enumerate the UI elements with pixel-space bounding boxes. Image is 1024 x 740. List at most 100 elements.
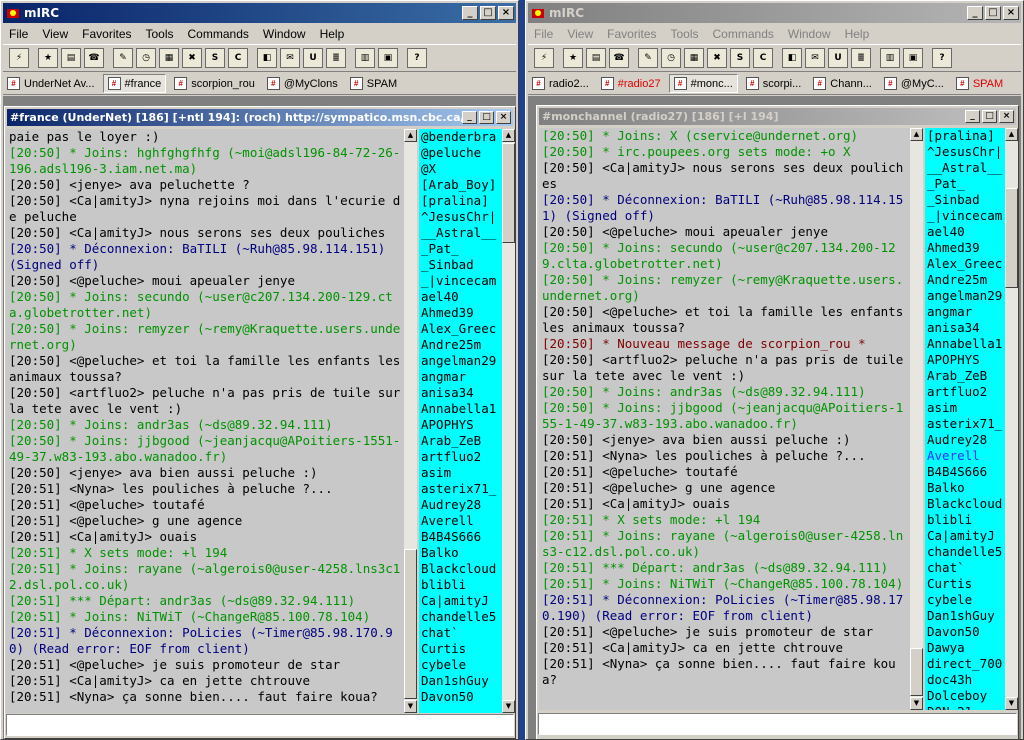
colors-icon[interactable]: ▦ [684,48,704,68]
maximize-button[interactable]: □ [480,6,496,20]
nick-list-item[interactable]: angmar [927,304,1005,320]
switchbar-button[interactable]: # scorpion_rou [170,74,259,93]
scroll-thumb[interactable] [404,549,417,699]
nick-list-item[interactable]: _Pat_ [421,241,502,257]
url-list-icon[interactable]: U [303,48,323,68]
child-close-button[interactable]: × [999,110,1014,123]
dcc-send-icon[interactable]: S [205,48,225,68]
script-editor-icon[interactable]: ◧ [257,48,277,68]
nick-list-item[interactable]: chat` [421,625,502,641]
message-input[interactable] [6,714,514,736]
nick-list-item[interactable]: Dolceboy [927,688,1005,704]
nicklist-scrollbar[interactable]: ▲ ▼ [502,129,515,713]
options-icon[interactable]: ✎ [113,48,133,68]
child-minimize-button[interactable]: _ [462,111,477,124]
nick-list-item[interactable]: Andre25m [421,337,502,353]
nick-list-item[interactable]: cybele [421,657,502,673]
nick-list-item[interactable]: Curtis [927,576,1005,592]
menu-window[interactable]: Window [782,27,839,41]
folders-icon[interactable]: ▤ [586,48,606,68]
nick-list-item[interactable]: Davon50 [421,689,502,705]
nick-list-item[interactable]: Balko [927,480,1005,496]
nick-list-item[interactable]: Davon50 [927,624,1005,640]
nick-list-item[interactable]: chandelle5 [927,544,1005,560]
nick-list-item[interactable]: [pralina] [421,193,502,209]
nick-list-item[interactable]: anisa34 [421,385,502,401]
cascade-icon[interactable]: ▣ [903,48,923,68]
switchbar-button[interactable]: # #france [102,74,167,93]
nick-list-item[interactable]: ael40 [927,224,1005,240]
menu-tools[interactable]: Tools [140,27,182,41]
nick-list-item[interactable]: ^JesusChr| [421,209,502,225]
nicklist-scrollbar[interactable]: ▲ ▼ [1005,128,1018,710]
app-titlebar[interactable]: mIRC _ □ × [528,3,1021,23]
minimize-button[interactable]: _ [462,6,478,20]
menu-file[interactable]: File [3,27,36,41]
scroll-down-arrow-icon[interactable]: ▼ [910,697,923,710]
script-editor-icon[interactable]: ◧ [782,48,802,68]
switchbar-button[interactable]: # Chann... [809,74,876,93]
nick-list-item[interactable]: asim [421,465,502,481]
address-book-icon[interactable]: ☎ [609,48,629,68]
notify-icon[interactable]: ✉ [280,48,300,68]
tile-icon[interactable]: ▥ [355,48,375,68]
nick-list-item[interactable]: Averell [421,513,502,529]
nick-list-item[interactable]: Curtis [421,641,502,657]
chat-scrollbar[interactable]: ▲ ▼ [910,128,923,710]
switchbar-button[interactable]: # UnderNet Av... [3,74,99,93]
favorites-icon[interactable]: ★ [563,48,583,68]
nick-list-item[interactable]: B4B4S666 [421,529,502,545]
child-close-button[interactable]: × [496,111,511,124]
close-button[interactable]: × [1003,6,1019,20]
menu-help[interactable]: Help [839,27,878,41]
address-book-icon[interactable]: ☎ [84,48,104,68]
notify-icon[interactable]: ✉ [805,48,825,68]
favorites-icon[interactable]: ★ [38,48,58,68]
nick-list-item[interactable]: [pralina] [927,128,1005,144]
nick-list-item[interactable]: Dan1shGuy [421,673,502,689]
url-catcher-icon[interactable]: ≣ [326,48,346,68]
scroll-down-arrow-icon[interactable]: ▼ [404,700,417,713]
child-maximize-button[interactable]: □ [982,110,997,123]
switchbar-button[interactable]: # #monc... [668,74,738,93]
nick-list-item[interactable]: __Astral__ [927,160,1005,176]
scroll-down-arrow-icon[interactable]: ▼ [1005,697,1018,710]
nick-list-item[interactable]: Ca|amityJ [927,528,1005,544]
nick-list-item[interactable]: Alex_Greec [927,256,1005,272]
nick-list-item[interactable]: _Sinbad [927,192,1005,208]
url-catcher-icon[interactable]: ≣ [851,48,871,68]
nick-list-item[interactable]: Balko [421,545,502,561]
chat-scrollbar[interactable]: ▲ ▼ [404,129,417,713]
menu-view[interactable]: View [561,27,601,41]
nick-list-item[interactable]: asterix71_ [927,416,1005,432]
tile-icon[interactable]: ▥ [880,48,900,68]
help-icon[interactable]: ? [407,48,427,68]
nick-list-item[interactable]: @peluche [421,145,502,161]
connect-icon[interactable]: ⚡ [9,48,29,68]
nick-list-item[interactable]: angelman29 [421,353,502,369]
nick-list-item[interactable]: @X [421,161,502,177]
menu-commands[interactable]: Commands [182,27,257,41]
nick-list-item[interactable]: cybele [927,592,1005,608]
scroll-up-arrow-icon[interactable]: ▲ [910,128,923,141]
menu-tools[interactable]: Tools [665,27,707,41]
folders-icon[interactable]: ▤ [61,48,81,68]
nick-list-item[interactable]: blibli [927,512,1005,528]
nick-list-item[interactable]: blibli [421,577,502,593]
scroll-up-arrow-icon[interactable]: ▲ [502,129,515,142]
menu-window[interactable]: Window [257,27,314,41]
nick-list-item[interactable]: DON_21 [927,704,1005,710]
close-button[interactable]: × [498,6,514,20]
nick-list-item[interactable]: Arab_ZeB [421,433,502,449]
connect-icon[interactable]: ⚡ [534,48,554,68]
maximize-button[interactable]: □ [985,6,1001,20]
switchbar-button[interactable]: # scorpi... [742,74,806,93]
timer-icon[interactable]: ◷ [661,48,681,68]
scroll-up-arrow-icon[interactable]: ▲ [404,129,417,142]
nick-list-item[interactable]: Audrey28 [421,497,502,513]
url-list-icon[interactable]: U [828,48,848,68]
help-icon[interactable]: ? [932,48,952,68]
nick-list-item[interactable]: Ca|amityJ [421,593,502,609]
switchbar-button[interactable]: # @MyClons [263,74,342,93]
nick-list-item[interactable]: Averell [927,448,1005,464]
